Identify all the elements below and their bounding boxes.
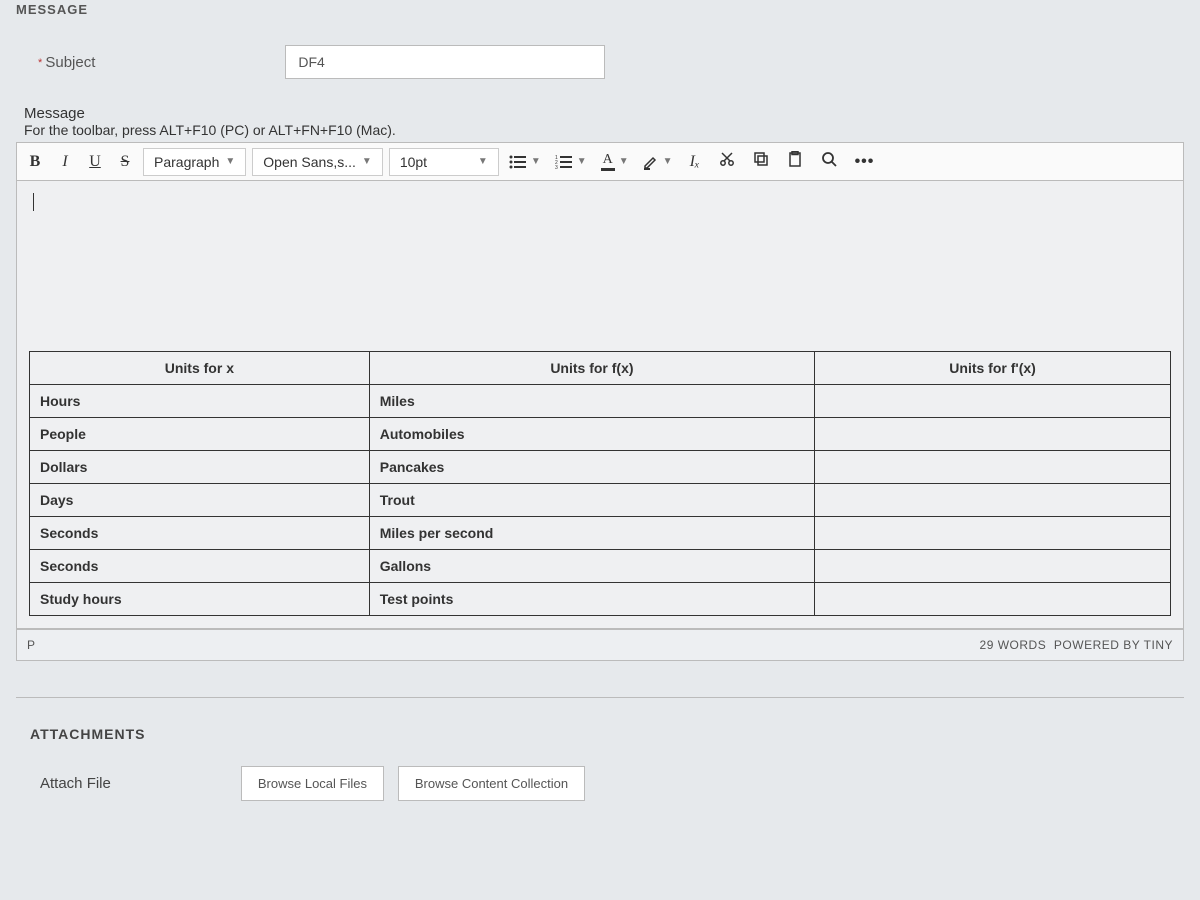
toolbar-hint: For the toolbar, press ALT+F10 (PC) or A… <box>16 122 1184 138</box>
font-color-icon: A <box>601 152 615 171</box>
table-header[interactable]: Units for f'(x) <box>815 352 1171 385</box>
chevron-down-icon: ▼ <box>362 156 372 167</box>
table-cell[interactable]: Miles per second <box>369 517 814 550</box>
table-cell[interactable]: Seconds <box>30 550 370 583</box>
table-cell[interactable]: Gallons <box>369 550 814 583</box>
table-cell[interactable]: Miles <box>369 385 814 418</box>
italic-button[interactable]: I <box>51 147 79 177</box>
table-cell[interactable]: Pancakes <box>369 451 814 484</box>
find-button[interactable] <box>813 145 845 178</box>
table-cell[interactable]: People <box>30 418 370 451</box>
block-format-select[interactable]: Paragraph ▼ <box>143 148 246 176</box>
table-cell[interactable]: Seconds <box>30 517 370 550</box>
table-cell[interactable]: Hours <box>30 385 370 418</box>
clear-formatting-button[interactable]: Iₓ <box>681 147 709 177</box>
more-icon: ••• <box>855 153 875 170</box>
font-family-value: Open Sans,s... <box>263 154 356 170</box>
table-row: HoursMiles <box>30 385 1171 418</box>
table-cell[interactable] <box>815 451 1171 484</box>
message-section-title: MESSAGE <box>16 0 1184 27</box>
table-row: PeopleAutomobiles <box>30 418 1171 451</box>
cut-button[interactable] <box>711 145 743 178</box>
table-cell[interactable] <box>815 517 1171 550</box>
clipboard-icon <box>787 151 803 167</box>
chevron-down-icon: ▼ <box>577 156 587 167</box>
chevron-down-icon: ▼ <box>619 156 629 167</box>
font-size-value: 10pt <box>400 154 427 170</box>
table-cell[interactable] <box>815 484 1171 517</box>
subject-label: Subject <box>38 54 95 71</box>
table-cell[interactable]: Dollars <box>30 451 370 484</box>
table-row: SecondsGallons <box>30 550 1171 583</box>
subject-input[interactable] <box>285 45 605 79</box>
copy-icon <box>753 151 769 167</box>
text-cursor <box>33 193 34 211</box>
table-cell[interactable] <box>815 385 1171 418</box>
table-cell[interactable]: Study hours <box>30 583 370 616</box>
chevron-down-icon: ▼ <box>663 156 673 167</box>
table-cell[interactable] <box>815 418 1171 451</box>
browse-local-files-button[interactable]: Browse Local Files <box>241 766 384 801</box>
numbered-list-icon: 123 <box>555 155 573 169</box>
more-button[interactable]: ••• <box>847 147 883 177</box>
bold-button[interactable]: B <box>21 147 49 177</box>
editor-status-bar: P 29 WORDS POWERED BY TINY <box>16 629 1184 661</box>
font-family-select[interactable]: Open Sans,s... ▼ <box>252 148 383 176</box>
table-cell[interactable]: Days <box>30 484 370 517</box>
browse-content-collection-button[interactable]: Browse Content Collection <box>398 766 585 801</box>
strikethrough-button[interactable]: S <box>111 147 139 177</box>
highlighter-icon <box>643 154 659 170</box>
word-count[interactable]: 29 WORDS <box>980 638 1047 652</box>
chevron-down-icon: ▼ <box>531 156 541 167</box>
powered-by[interactable]: POWERED BY TINY <box>1054 638 1173 652</box>
table-cell[interactable] <box>815 550 1171 583</box>
block-format-value: Paragraph <box>154 154 219 170</box>
table-cell[interactable]: Trout <box>369 484 814 517</box>
element-path[interactable]: P <box>27 638 35 652</box>
paste-button[interactable] <box>779 145 811 178</box>
table-row: SecondsMiles per second <box>30 517 1171 550</box>
attach-file-label: Attach File <box>40 775 111 792</box>
units-table: Units for x Units for f(x) Units for f'(… <box>29 351 1171 616</box>
editor-toolbar: B I U S Paragraph ▼ Open Sans,s... ▼ 10p… <box>16 142 1184 181</box>
scissors-icon <box>719 151 735 167</box>
svg-text:3: 3 <box>555 165 558 169</box>
copy-button[interactable] <box>745 145 777 178</box>
font-size-select[interactable]: 10pt ▼ <box>389 148 499 176</box>
underline-button[interactable]: U <box>81 147 109 177</box>
table-row: DaysTrout <box>30 484 1171 517</box>
table-row: Study hoursTest points <box>30 583 1171 616</box>
table-cell[interactable]: Automobiles <box>369 418 814 451</box>
editor-content-area[interactable]: Units for x Units for f(x) Units for f'(… <box>16 181 1184 629</box>
table-cell[interactable] <box>815 583 1171 616</box>
bullet-list-icon <box>509 155 527 169</box>
table-cell[interactable]: Test points <box>369 583 814 616</box>
table-row: DollarsPancakes <box>30 451 1171 484</box>
message-label: Message <box>16 105 1184 122</box>
search-icon <box>821 151 837 167</box>
chevron-down-icon: ▼ <box>225 156 235 167</box>
bullet-list-button[interactable]: ▼ <box>503 151 547 173</box>
chevron-down-icon: ▼ <box>478 156 488 167</box>
highlight-color-button[interactable]: ▼ <box>637 150 679 174</box>
section-divider <box>16 697 1184 698</box>
numbered-list-button[interactable]: 123 ▼ <box>549 151 593 173</box>
table-header[interactable]: Units for x <box>30 352 370 385</box>
table-header[interactable]: Units for f(x) <box>369 352 814 385</box>
attachments-section-title: ATTACHMENTS <box>16 718 1184 766</box>
font-color-button[interactable]: A ▼ <box>595 148 635 175</box>
